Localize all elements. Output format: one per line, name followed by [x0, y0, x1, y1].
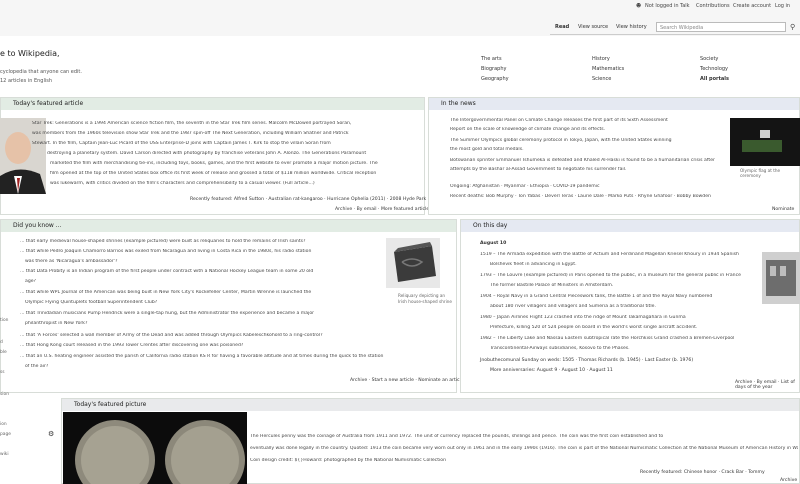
portal-mathematics[interactable]: Mathematics [592, 66, 624, 72]
portal-biography[interactable]: Biography [481, 66, 506, 72]
welcome-title: e to Wikipedia, [0, 49, 60, 58]
featured-article-image[interactable] [0, 118, 46, 194]
portal-arts[interactable]: The arts [481, 56, 502, 62]
news-nominate-link[interactable]: Nominate [772, 207, 794, 212]
portal-science[interactable]: Science [592, 76, 611, 82]
otd-date: August 10 [480, 241, 507, 246]
portal-geography[interactable]: Geography [481, 76, 509, 82]
news-image[interactable] [730, 118, 800, 166]
featured-picture-archive[interactable]: Archive [780, 478, 797, 483]
tab-view-history[interactable]: View history [616, 24, 647, 30]
otd-more[interactable]: Jnobuthecomunal Sunday on weds: 1505 · T… [480, 358, 693, 363]
otd-links[interactable]: Archive · By email · List of days of the… [735, 380, 800, 390]
portal-technology[interactable]: Technology [700, 66, 728, 72]
featured-picture-recent[interactable]: Recently featured: Chinese honor · Crack… [640, 470, 765, 475]
dyk-heading: Did you know ... [1, 220, 456, 232]
language-settings-icon[interactable]: ⚙ [48, 430, 54, 438]
dyk-caption: Reliquary depicting an Irish house-shape… [398, 293, 453, 304]
otd-anniversaries[interactable]: More anniversaries: August 9 · August 10… [490, 368, 613, 373]
otd-image[interactable] [762, 252, 800, 304]
login-link[interactable]: Log in [775, 3, 790, 9]
user-icon: ☻ [636, 3, 642, 9]
search-icon[interactable]: ⚲ [790, 23, 795, 31]
featured-picture-image[interactable] [63, 412, 247, 484]
featured-article-heading: Today's featured article [1, 98, 424, 110]
search-input[interactable]: Search Wikipedia [656, 22, 786, 32]
tab-read[interactable]: Read [555, 24, 569, 30]
portal-society[interactable]: Society [700, 56, 718, 62]
otd-heading: On this day [461, 220, 799, 232]
news-caption: Olympic flag at the ceremony [740, 168, 781, 178]
not-logged-in: Not logged in [645, 3, 679, 9]
featured-picture-heading: Today's featured picture [62, 399, 799, 411]
tab-view-source[interactable]: View source [578, 24, 608, 30]
portal-all[interactable]: All portals [700, 76, 729, 82]
talk-link[interactable]: Talk [680, 3, 690, 9]
portal-history[interactable]: History [592, 56, 610, 62]
article-count: 12 articles in English [0, 78, 53, 84]
welcome-subtitle: cyclopedia that anyone can edit. [0, 69, 82, 75]
dyk-links[interactable]: Archive · Start a new article · Nominate… [350, 378, 464, 383]
news-heading: In the news [429, 98, 799, 110]
featured-recent[interactable]: Recently featured: Alfred Sutton · Austr… [190, 197, 442, 202]
create-account-link[interactable]: Create account [733, 3, 771, 9]
dyk-image[interactable] [386, 238, 440, 288]
featured-links[interactable]: Archive · By email · More featured artic… [335, 207, 432, 212]
contributions-link[interactable]: Contributions [696, 3, 730, 9]
personal-tools: ☻ Not logged in Talk Contributions Creat… [0, 0, 800, 12]
